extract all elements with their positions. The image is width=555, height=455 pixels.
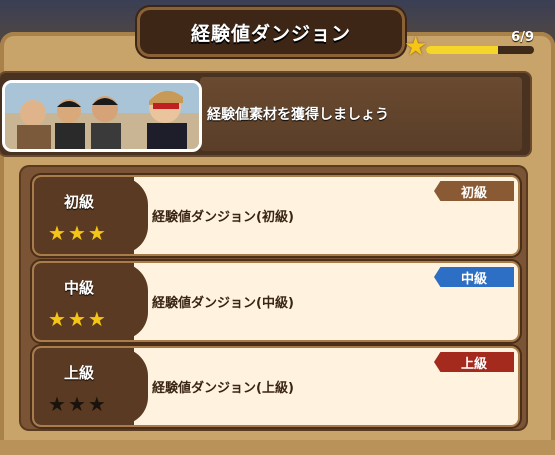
dungeon-title: 経験値ダンジョン(上級) bbox=[152, 381, 294, 396]
star-icon: ★ bbox=[67, 307, 88, 331]
difficulty-tag: 上級 bbox=[434, 352, 514, 372]
difficulty-stars: ★★★ bbox=[48, 221, 108, 245]
frame-bottom-edge bbox=[0, 440, 555, 455]
banner-message: 経験値素材を獲得しましょう bbox=[207, 107, 389, 123]
dungeon-row-intermediate[interactable]: 中級 ★★★ 経験値ダンジョン(中級) 中級 bbox=[34, 263, 518, 340]
difficulty-stars: ★★★ bbox=[48, 392, 108, 416]
level-label: 初級 bbox=[64, 193, 95, 211]
character-portrait bbox=[2, 80, 202, 152]
difficulty-tag: 中級 bbox=[434, 267, 514, 287]
star-progress-bar bbox=[426, 46, 534, 54]
title-plate: 経験値ダンジョン bbox=[140, 10, 402, 54]
star-icon: ★ bbox=[404, 32, 428, 62]
dungeon-row-advanced[interactable]: 上級 ★★★ 経験値ダンジョン(上級) 上級 bbox=[34, 348, 518, 425]
dungeon-row-beginner[interactable]: 初級 ★★★ 経験値ダンジョン(初級) 初級 bbox=[34, 177, 518, 254]
difficulty-stars: ★★★ bbox=[48, 307, 108, 331]
level-label: 上級 bbox=[64, 364, 95, 382]
star-icon: ★ bbox=[48, 307, 68, 331]
star-icon: ★ bbox=[48, 221, 68, 245]
star-icon: ★ bbox=[67, 392, 88, 416]
star-progress-fill bbox=[426, 46, 499, 54]
page-title: 経験値ダンジョン bbox=[190, 22, 351, 45]
dungeon-title: 経験値ダンジョン(中級) bbox=[152, 296, 294, 311]
star-counter: 6/9 bbox=[511, 30, 534, 45]
difficulty-tag: 初級 bbox=[434, 181, 514, 201]
star-icon: ★ bbox=[87, 307, 108, 331]
dungeon-title: 経験値ダンジョン(初級) bbox=[152, 210, 294, 225]
star-progress: ★ 6/9 bbox=[404, 30, 540, 62]
star-icon: ★ bbox=[48, 392, 68, 416]
star-icon: ★ bbox=[67, 221, 88, 245]
level-label: 中級 bbox=[64, 279, 95, 297]
star-icon: ★ bbox=[87, 392, 108, 416]
star-icon: ★ bbox=[87, 221, 108, 245]
